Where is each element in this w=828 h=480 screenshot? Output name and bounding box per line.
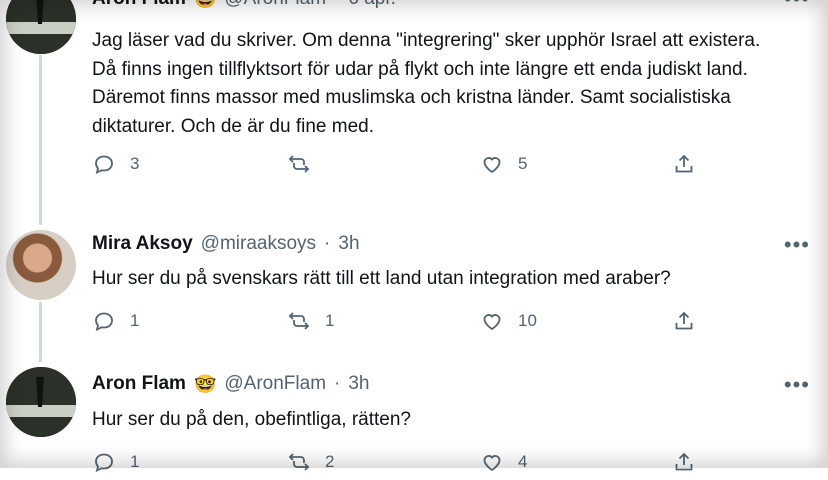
share-icon xyxy=(675,452,693,471)
nerd-face-emoji-icon: 🤓 xyxy=(193,373,217,394)
reply-button[interactable]: 1 xyxy=(92,309,139,333)
reply-count: 1 xyxy=(130,311,140,330)
avatar-image xyxy=(6,0,76,54)
author-name[interactable]: Mira Aksoy xyxy=(92,233,193,255)
like-button[interactable]: 4 xyxy=(480,450,527,474)
like-button[interactable]: 10 xyxy=(480,309,537,333)
share-button[interactable] xyxy=(672,309,696,333)
avatar[interactable] xyxy=(6,0,76,54)
separator-dot: · xyxy=(334,373,341,394)
retweet-count: 2 xyxy=(325,452,335,471)
reply-count: 1 xyxy=(130,452,140,471)
reply-button[interactable]: 3 xyxy=(92,152,139,176)
avatar-image xyxy=(6,367,76,437)
heart-icon xyxy=(483,455,501,472)
author-handle[interactable]: @miraaksoys xyxy=(201,233,316,255)
author-handle[interactable]: @AronFlam xyxy=(224,0,326,10)
separator-dot: · xyxy=(334,0,340,10)
tweet-header: Aron Flam 🤓 @AronFlam · 6 apr. xyxy=(92,0,396,10)
tweet-text: Hur ser du på den, obefintliga, rätten? xyxy=(92,409,411,430)
more-options-icon[interactable]: ••• xyxy=(784,0,810,12)
share-button[interactable] xyxy=(672,152,696,176)
more-options-icon[interactable]: ••• xyxy=(784,232,810,258)
author-name[interactable]: Aron Flam xyxy=(92,0,186,10)
retweet-icon xyxy=(288,453,310,471)
reply-icon xyxy=(95,155,113,175)
author-handle[interactable]: @AronFlam xyxy=(224,373,326,395)
author-name[interactable]: Aron Flam xyxy=(92,373,186,395)
tweet-actions: 1 1 10 xyxy=(92,309,712,339)
tweet-text: Hur ser du på svenskars rätt till ett la… xyxy=(92,268,671,289)
heart-icon xyxy=(483,314,501,331)
like-button[interactable]: 5 xyxy=(480,152,527,176)
tweet-text: Jag läser vad du skriver. Om denna "inte… xyxy=(92,30,761,137)
tweet-header: Mira Aksoy @miraaksoys · 3h xyxy=(92,233,360,255)
retweet-button[interactable]: 2 xyxy=(287,450,334,474)
reply-button[interactable]: 1 xyxy=(92,450,139,474)
avatar[interactable] xyxy=(6,367,76,437)
tweet-actions: 3 5 xyxy=(92,152,712,182)
share-button[interactable] xyxy=(672,450,696,474)
retweet-icon xyxy=(288,155,310,173)
retweet-button[interactable] xyxy=(287,152,325,176)
reply-icon xyxy=(95,453,113,473)
thread-connector xyxy=(39,302,42,362)
share-icon xyxy=(675,311,693,330)
timestamp[interactable]: 6 apr. xyxy=(348,0,396,10)
separator-dot: · xyxy=(324,233,331,254)
timestamp[interactable]: 3h xyxy=(348,373,369,395)
tweet-actions: 1 2 4 xyxy=(92,450,712,480)
retweet-button[interactable]: 1 xyxy=(287,309,334,333)
reply-count: 3 xyxy=(130,154,140,173)
thread-connector xyxy=(39,55,42,225)
timestamp[interactable]: 3h xyxy=(338,233,359,255)
share-icon xyxy=(675,154,693,173)
more-options-icon[interactable]: ••• xyxy=(784,372,810,398)
nerd-face-emoji-icon: 🤓 xyxy=(194,0,216,10)
heart-icon xyxy=(483,157,501,174)
like-count: 5 xyxy=(518,154,528,173)
tweet-header: Aron Flam 🤓 @AronFlam · 3h xyxy=(92,373,370,395)
like-count: 10 xyxy=(518,311,537,330)
avatar[interactable] xyxy=(6,230,76,300)
reply-icon xyxy=(95,312,113,332)
like-count: 4 xyxy=(518,452,528,471)
retweet-icon xyxy=(288,312,310,330)
retweet-count: 1 xyxy=(325,311,335,330)
